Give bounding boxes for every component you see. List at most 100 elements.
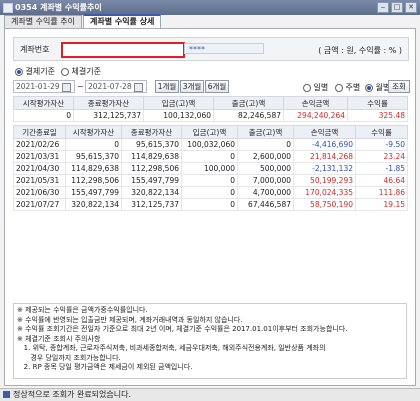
table-cell: 46.64 (355, 174, 408, 187)
detail-header: 입금(고)액 (181, 125, 238, 139)
table-cell: -2,131,132 (293, 162, 356, 175)
table-cell: 95,615,370 (65, 150, 122, 163)
table-cell: 2021/04/30 (13, 162, 66, 175)
summary-header: 출금(고)액 (213, 96, 284, 110)
radio-icon (15, 67, 23, 76)
table-cell: 21,814,268 (293, 150, 356, 163)
period-monthly-option[interactable]: 월별 (365, 82, 390, 93)
table-cell: 0 (65, 138, 122, 151)
summary-cell: 312,125,737 (73, 109, 144, 122)
note-line: ※ 수익률 조회기간은 전일자 기준으로 최대 2년 이며, 체결기준 수익률은… (17, 325, 348, 333)
note-line: 2. RP 종목 당일 평가금액은 제세금이 제외된 금액입니다. (17, 363, 193, 371)
table-cell: 312,125,737 (121, 198, 182, 211)
table-cell: -1.85 (355, 162, 408, 175)
table-row[interactable]: 2021/02/26 0 95,615,370 100,032,060 0 -4,416,… (13, 138, 408, 151)
table-cell: 170,024,335 (293, 186, 356, 199)
summary-cell: 294,240,264 (283, 109, 348, 122)
detail-header: 수익률 (355, 125, 408, 139)
basis-settlement-option[interactable]: 결제기준 (15, 66, 55, 77)
summary-header: 시작평가자산 (13, 96, 74, 110)
unit-note: ( 금액 : 원, 수익률 : % ) (318, 46, 402, 55)
table-row[interactable]: 2021/07/27 320,822,134 312,125,737 0 67,446,… (13, 198, 408, 211)
table-cell: 4,700,000 (237, 186, 294, 199)
status-message: 정상적으로 조회가 완료되었습니다. (13, 390, 132, 399)
table-cell: 0 (181, 174, 238, 187)
table-cell: 23.24 (355, 150, 408, 163)
detail-header: 종료평가자산 (121, 125, 182, 139)
table-row[interactable]: 2021/06/30 155,497,799 320,822,134 0 4,700,0… (13, 186, 408, 199)
radio-icon (335, 83, 343, 92)
note-line: 경우 당일까지 조회가능합니다. (17, 353, 121, 362)
table-cell: 0 (237, 138, 294, 151)
table-cell: 320,822,134 (65, 198, 122, 211)
app-icon (3, 3, 13, 13)
table-cell: -9.50 (355, 138, 408, 151)
detail-table: 기간종료일 시작평가자산 종료평가자산 입금(고)액 출금(고)액 손익금액 수… (13, 125, 408, 211)
range-1month-button[interactable]: 1개월 (155, 80, 179, 93)
table-row[interactable]: 2021/03/31 95,615,370 114,829,638 0 2,600,00… (13, 150, 408, 163)
table-cell: 2021/02/26 (13, 138, 66, 151)
detail-header: 시작평가자산 (65, 125, 122, 139)
radio-icon (365, 83, 373, 92)
period-weekly-option[interactable]: 주별 (335, 82, 360, 93)
info-icon (3, 391, 10, 398)
table-cell: 500,000 (237, 162, 294, 175)
summary-header: 입금(고)액 (143, 96, 214, 110)
summary-cell: 0 (13, 109, 74, 122)
table-cell: 58,750,190 (293, 198, 356, 211)
table-cell: 50,199,293 (293, 174, 356, 187)
tab-bar: 계좌별 수익률 추이 계좌별 수익률 상세 (4, 14, 162, 29)
table-cell: 112,298,506 (121, 162, 182, 175)
table-cell: 100,000 (181, 162, 238, 175)
tab-detail[interactable]: 계좌별 수익률 상세 (82, 14, 162, 29)
maximize-button[interactable]: □ (391, 2, 403, 13)
minimize-button[interactable]: ‒ (377, 2, 389, 13)
table-cell: 95,615,370 (121, 138, 182, 151)
summary-header: 종료평가자산 (73, 96, 144, 110)
table-cell: 2021/05/31 (13, 174, 66, 187)
query-button[interactable]: 조회 (388, 80, 410, 93)
summary-row: 0 312,125,737 100,132,060 82,246,587 294… (13, 109, 408, 122)
main-panel: 계좌번호 **** ( 금액 : 원, 수익률 : % ) 결제기준 체결기준 … (4, 28, 416, 386)
title-bar: 0354 계좌별 수익률추이 ‒ □ ✕ (0, 0, 420, 15)
table-cell: 2021/07/27 (13, 198, 66, 211)
table-cell: 0 (181, 198, 238, 211)
summary-header: 수익률 (347, 96, 408, 110)
note-line: ※ 체결기준 조회시 주의사항 (17, 334, 101, 343)
summary-cell: 82,246,587 (213, 109, 284, 122)
detail-header: 출금(고)액 (237, 125, 294, 139)
summary-table: 시작평가자산 종료평가자산 입금(고)액 출금(고)액 손익금액 수익률 0 3… (13, 96, 408, 122)
basis-trade-option[interactable]: 체결기준 (61, 66, 101, 77)
radio-icon (61, 67, 69, 76)
table-cell: 155,497,799 (121, 174, 182, 187)
table-cell: 320,822,134 (121, 186, 182, 199)
period-daily-option[interactable]: 일별 (303, 82, 328, 93)
table-cell: 2021/06/30 (13, 186, 66, 199)
start-date-input[interactable]: 2021-01-29 (13, 80, 75, 93)
table-cell: 0 (181, 150, 238, 163)
table-row[interactable]: 2021/04/30 114,829,638 112,298,506 100,000 5… (13, 162, 408, 175)
range-3month-button[interactable]: 3개월 (180, 80, 204, 93)
calendar-icon[interactable] (133, 82, 143, 92)
summary-header: 손익금액 (283, 96, 348, 110)
status-bar: 정상적으로 조회가 완료되었습니다. (0, 388, 420, 401)
end-date-input[interactable]: 2021-07-28 (85, 80, 147, 93)
close-button[interactable]: ✕ (405, 2, 417, 13)
note-line: ※ 제공되는 수익률은 금액가중수익률입니다. (17, 306, 148, 314)
account-number-input[interactable] (61, 42, 185, 58)
table-cell: 114,829,638 (121, 150, 182, 163)
table-row[interactable]: 2021/05/31 112,298,506 155,497,799 0 7,000,0… (13, 174, 408, 187)
summary-cell: 100,132,060 (143, 109, 214, 122)
table-cell: 100,032,060 (181, 138, 238, 151)
notes-box: ※ 제공되는 수익률은 금액가중수익률입니다. ※ 수익률에 반영되는 입출금만 … (13, 303, 407, 379)
calendar-icon[interactable] (61, 82, 71, 92)
range-6month-button[interactable]: 6개월 (205, 80, 229, 93)
tab-trend[interactable]: 계좌별 수익률 추이 (4, 15, 82, 28)
table-cell: 19.15 (355, 198, 408, 211)
account-row: 계좌번호 **** ( 금액 : 원, 수익률 : % ) (13, 37, 409, 61)
window-title: 0354 계좌별 수익률추이 (15, 3, 102, 12)
account-password-field[interactable]: **** (184, 43, 264, 54)
table-cell: 0 (181, 186, 238, 199)
table-cell: 2021/03/31 (13, 150, 66, 163)
summary-cell: 325.48 (347, 109, 408, 122)
